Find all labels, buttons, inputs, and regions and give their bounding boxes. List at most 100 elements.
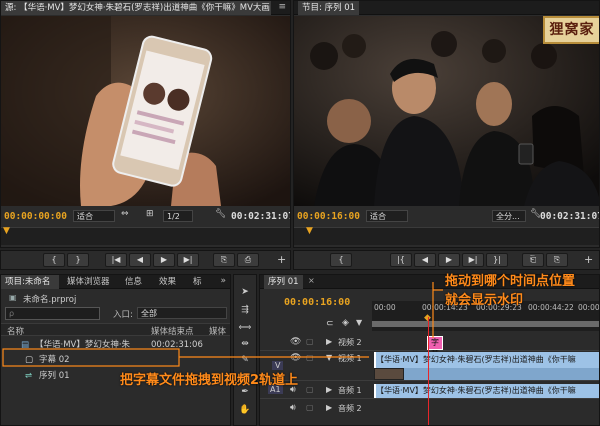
- expand-track-icon[interactable]: ▶: [326, 337, 332, 346]
- track-label: 视频 2: [338, 338, 362, 347]
- caption-clip[interactable]: 字幕: [427, 336, 443, 359]
- program-playhead-icon[interactable]: ▼: [306, 226, 313, 236]
- video-clip-body: [404, 368, 599, 380]
- source-timecode-left[interactable]: 00:00:00:00: [4, 211, 67, 222]
- source-mini-timeline[interactable]: ▼: [1, 226, 290, 245]
- panel-menu-icon[interactable]: ≡: [278, 2, 286, 12]
- source-play-button[interactable]: ▶: [153, 253, 175, 267]
- column-name-header[interactable]: 名称: [7, 325, 24, 337]
- ruler-tick: 00:00:44:22: [528, 303, 574, 312]
- ruler-tick: 00:00: [374, 303, 396, 312]
- add-marker-icon[interactable]: ◈: [342, 318, 349, 328]
- program-monitor-panel: 节目: 序列 01 狸窝家 00:00:16:00 适合 全分... 🔧︎ 00…: [293, 0, 600, 248]
- program-step-forward-button[interactable]: ▶|: [462, 253, 484, 267]
- lock-icon[interactable]: ▢: [306, 403, 314, 412]
- program-fit-select[interactable]: 适合: [366, 210, 408, 222]
- marker-down-icon[interactable]: ▼: [356, 318, 362, 327]
- source-add-icon[interactable]: +: [277, 253, 286, 266]
- ripple-edit-tool-icon[interactable]: ⟺: [238, 321, 252, 335]
- program-goto-out-button[interactable]: }|: [486, 253, 508, 267]
- program-play-button[interactable]: ▶: [438, 253, 460, 267]
- timeline-close-icon[interactable]: ×: [308, 276, 315, 285]
- video-clip[interactable]: 【华语·MV】梦幻女神·朱碧石(罗志祥)出道神曲《你干嘛: [374, 352, 599, 368]
- source-step-back-button[interactable]: ◀: [129, 253, 151, 267]
- source-split-icon[interactable]: ⊞: [146, 209, 154, 219]
- project-item-name: 【华语·MV】梦幻女神·朱: [35, 340, 131, 350]
- tab-more[interactable]: 标: [189, 275, 206, 289]
- program-video-frame: 狸窝家: [294, 16, 599, 206]
- rate-stretch-tool-icon[interactable]: ⇹: [238, 337, 252, 351]
- ruler-tick: 00:00:59:22: [578, 303, 600, 312]
- track-label: 音频 2: [338, 404, 362, 413]
- clip-icon: ▤: [21, 340, 30, 350]
- selection-tool-icon[interactable]: ➤: [238, 285, 252, 299]
- source-step-forward-button[interactable]: ▶|: [177, 253, 199, 267]
- work-area-bar[interactable]: [372, 321, 599, 327]
- audio-clip[interactable]: 【华语·MV】梦幻女神·朱碧石(罗志祥)出道神曲《你干嘛: [374, 384, 599, 398]
- annotation-drag-caption: 把字幕文件拖拽到视频2轨道上: [120, 373, 299, 388]
- source-fit-select[interactable]: 适合: [73, 210, 115, 222]
- snap-icon[interactable]: ⊂: [326, 319, 334, 329]
- project-item-caption[interactable]: ▢ 字幕 02: [1, 353, 230, 368]
- source-overwrite-button[interactable]: ⎙: [237, 253, 259, 267]
- column-media-header[interactable]: 媒体: [209, 325, 226, 337]
- source-wrench-icon[interactable]: 🔧︎: [215, 209, 226, 219]
- program-zoom-select[interactable]: 全分...: [492, 210, 526, 222]
- timeline-timecode[interactable]: 00:00:16:00: [284, 297, 350, 308]
- track-label: 音频 1: [338, 386, 362, 395]
- source-scale-icon[interactable]: ⇔: [121, 209, 129, 219]
- track-select-tool-icon[interactable]: ⇶: [238, 303, 252, 317]
- project-overflow-icon[interactable]: »: [220, 276, 226, 286]
- program-add-icon[interactable]: +: [584, 253, 593, 266]
- tab-sequence[interactable]: 序列 01: [264, 275, 303, 289]
- source-ratio-select[interactable]: 1/2: [163, 210, 193, 222]
- program-step-back-button[interactable]: ◀: [414, 253, 436, 267]
- source-insert-button[interactable]: ⎘: [213, 253, 235, 267]
- eye-icon[interactable]: 👁︎: [290, 337, 301, 347]
- source-timecode-right: 00:02:31:07: [231, 211, 291, 222]
- source-playhead-icon[interactable]: ▼: [3, 226, 10, 236]
- project-search-input[interactable]: [5, 307, 100, 320]
- program-monitor-tab[interactable]: 节目: 序列 01: [298, 1, 360, 15]
- program-extract-button[interactable]: ⎘: [546, 253, 568, 267]
- source-goto-in-button[interactable]: |◀: [105, 253, 127, 267]
- program-monitor-tabbar: 节目: 序列 01: [294, 1, 599, 15]
- lock-icon[interactable]: ▢: [306, 385, 314, 394]
- project-item-clip[interactable]: ▤ 【华语·MV】梦幻女神·朱 00:02:31:06: [1, 338, 230, 353]
- razor-tool-icon[interactable]: ✎: [238, 353, 252, 367]
- project-file-name: 未命名.prproj: [23, 295, 77, 305]
- eye-icon[interactable]: 👁︎: [290, 353, 301, 363]
- column-media-end-header[interactable]: 媒体结束点: [151, 325, 194, 337]
- tab-info[interactable]: 信息: [121, 275, 146, 289]
- source-video-image: [1, 16, 290, 206]
- source-mark-out-button[interactable]: }: [67, 253, 89, 267]
- expand-track-icon[interactable]: ▶: [326, 385, 332, 394]
- program-timecode-left[interactable]: 00:00:16:00: [297, 211, 360, 222]
- video-clip-thumbnail: [374, 368, 404, 380]
- source-monitor-tabbar: 源: 【华语·MV】梦幻女神·朱碧石(罗志祥)出道神曲《你干嘛》MV大画 ≡: [1, 1, 290, 15]
- playhead-line[interactable]: [428, 317, 429, 425]
- speaker-icon[interactable]: 🔊︎: [290, 403, 296, 413]
- hand-tool-icon[interactable]: ✋: [238, 403, 252, 417]
- tab-project[interactable]: 项目:未命名: [1, 275, 59, 289]
- source-mark-in-button[interactable]: {: [43, 253, 65, 267]
- expand-track-icon[interactable]: ▶: [326, 403, 332, 412]
- project-panel: 项目:未命名 媒体浏览器 信息 效果 标 » ▣ 未命名.prproj 入口: …: [0, 274, 231, 426]
- tab-effects[interactable]: 效果: [155, 275, 180, 289]
- lock-icon[interactable]: ▢: [306, 337, 314, 346]
- program-mini-timeline[interactable]: ▼: [294, 226, 599, 245]
- lock-icon[interactable]: ▢: [306, 353, 314, 362]
- project-file-icon: ▣: [9, 293, 17, 302]
- entry-select[interactable]: 全部: [137, 307, 227, 319]
- timeline-panel: 序列 01 × 00:00:16:00 ⊂ ◈ ▼ 00:00 00:00:14…: [259, 274, 600, 426]
- collapse-track-icon[interactable]: ▼: [326, 353, 332, 362]
- track-audio1: A1 🔊︎ ▢ ▶ 音频 1 【华语·MV】梦幻女神·朱碧石(罗志祥)出道神曲《…: [260, 383, 599, 399]
- source-monitor-tab[interactable]: 源: 【华语·MV】梦幻女神·朱碧石(罗志祥)出道神曲《你干嘛》MV大画: [1, 1, 271, 15]
- entry-label: 入口:: [113, 310, 133, 320]
- tab-media-browser[interactable]: 媒体浏览器: [63, 275, 114, 289]
- program-lift-button[interactable]: ⎗: [522, 253, 544, 267]
- track-label: 视频 1: [338, 354, 362, 363]
- program-mark-in-button[interactable]: {: [330, 253, 352, 267]
- program-watermark: 狸窝家: [543, 16, 599, 44]
- program-goto-in-button[interactable]: |{: [390, 253, 412, 267]
